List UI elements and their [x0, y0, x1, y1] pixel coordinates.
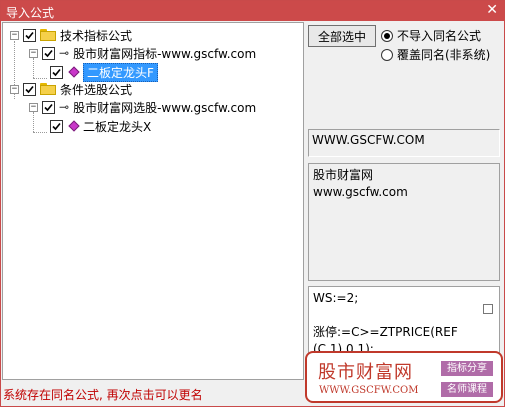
collapse-icon[interactable]: − [29, 48, 38, 58]
tree-connector [33, 132, 47, 133]
tree-node-label-selected: 二板定龙头F [83, 62, 158, 82]
formula-url-field: WWW.GSCFW.COM [308, 129, 500, 157]
tree-node-cond-source[interactable]: − ⊸ 股市财富网选股-www.gscfw.com [29, 98, 256, 116]
collapse-icon[interactable]: − [29, 102, 38, 112]
formula-tree[interactable]: − 技术指标公式 − ⊸ 股市财富网指标-www.gscfw.com 二板定龙头… [2, 22, 304, 380]
scroll-toggle-icon[interactable] [483, 304, 493, 314]
tree-node-label: 条件选股公式 [60, 82, 133, 97]
logo-tag: 名师课程 [441, 382, 493, 397]
radio-unselected-icon[interactable] [381, 48, 393, 61]
close-icon[interactable]: ✕ [486, 2, 498, 18]
tree-node-tech-source[interactable]: − ⊸ 股市财富网指标-www.gscfw.com [29, 44, 256, 62]
formula-diamond-icon [68, 120, 80, 132]
radio-overwrite-duplicates[interactable]: 覆盖同名(非系统) [381, 46, 490, 63]
folder-icon [40, 83, 56, 95]
checkbox-checked-icon[interactable] [50, 119, 63, 133]
code-line: WS:=2; [313, 291, 359, 305]
tree-node-label: 二板定龙头X [83, 119, 152, 134]
radio-selected-icon[interactable] [381, 29, 393, 42]
select-all-button[interactable]: 全部选中 [308, 25, 376, 47]
formula-description: 股市财富网 www.gscfw.com [308, 163, 500, 281]
tree-node-label: 技术指标公式 [60, 28, 133, 43]
key-icon: ⊸ [59, 46, 70, 60]
code-line: 涨停:=C>=ZTPRICE(REF [313, 325, 458, 339]
tree-node-label: 股市财富网指标-www.gscfw.com [73, 46, 257, 61]
site-logo: 股市财富网 WWW.GSCFW.COM 指标分享 名师课程 [305, 351, 503, 403]
checkbox-checked-icon[interactable] [50, 65, 63, 79]
key-icon: ⊸ [59, 100, 70, 114]
logo-tag: 指标分享 [441, 361, 493, 376]
logo-url: WWW.GSCFW.COM [319, 385, 419, 396]
window-title: 导入公式 [6, 6, 55, 20]
title-bar[interactable]: 导入公式 ✕ [1, 1, 504, 21]
checkbox-checked-icon[interactable] [23, 28, 36, 42]
folder-icon [40, 29, 56, 41]
collapse-icon[interactable]: − [10, 30, 19, 40]
checkbox-checked-icon[interactable] [23, 82, 36, 96]
tree-node-cond-group[interactable]: − 条件选股公式 [10, 80, 132, 98]
tree-node-cond-formula[interactable]: 二板定龙头X [50, 117, 151, 135]
tree-node-tech-formula[interactable]: 二板定龙头F [50, 62, 158, 82]
collapse-icon[interactable]: − [10, 84, 19, 94]
radio-label: 不导入同名公式 [397, 29, 482, 43]
radio-skip-duplicates[interactable]: 不导入同名公式 [381, 27, 481, 44]
radio-label: 覆盖同名(非系统) [397, 48, 491, 62]
description-line: www.gscfw.com [313, 185, 408, 199]
tree-connector [33, 78, 47, 79]
tree-node-label: 股市财富网选股-www.gscfw.com [73, 100, 257, 115]
tree-node-tech-group[interactable]: − 技术指标公式 [10, 26, 132, 44]
formula-url-text: WWW.GSCFW.COM [312, 133, 425, 147]
description-line: 股市财富网 [313, 168, 374, 182]
checkbox-checked-icon[interactable] [42, 46, 55, 60]
checkbox-checked-icon[interactable] [42, 100, 55, 114]
import-formula-dialog: 导入公式 ✕ − 技术指标公式 − ⊸ 股市财富网指标-www.gscfw.co… [0, 0, 505, 407]
logo-name: 股市财富网 [318, 362, 413, 383]
formula-diamond-icon [68, 66, 80, 78]
status-message: 系统存在同名公式, 再次点击可以更名 [3, 388, 203, 402]
